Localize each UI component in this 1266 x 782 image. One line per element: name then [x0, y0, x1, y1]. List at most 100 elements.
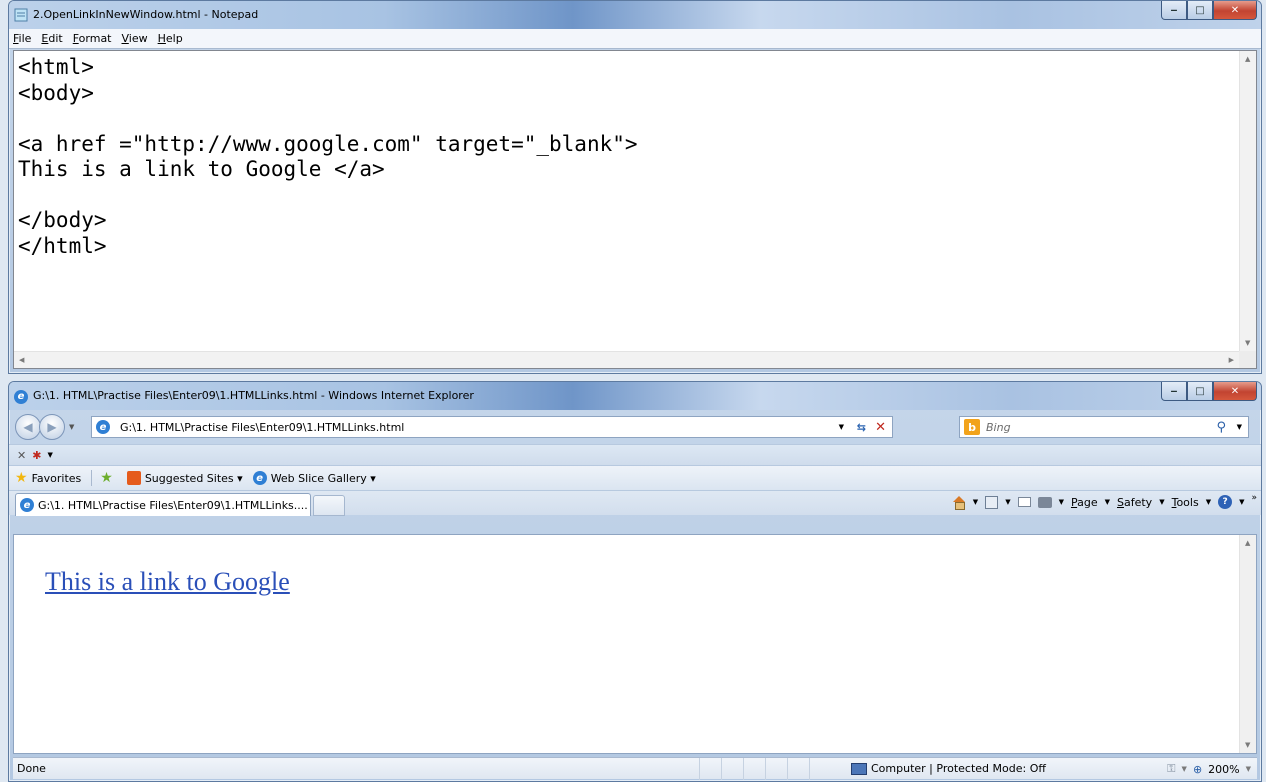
search-placeholder[interactable]: Bing — [986, 421, 1011, 434]
scroll-down-icon[interactable]: ▼ — [1245, 339, 1250, 347]
notepad-menubar: File Edit Format View Help — [9, 29, 1261, 49]
menu-file[interactable]: File — [13, 32, 31, 45]
tools-menu-button[interactable]: Tools — [1172, 496, 1199, 509]
menu-view[interactable]: View — [122, 32, 148, 45]
notepad-caption-buttons: ‒ □ ✕ — [1161, 1, 1257, 20]
read-mail-icon[interactable] — [1017, 497, 1031, 507]
scroll-up-icon[interactable]: ▲ — [1245, 55, 1250, 63]
back-button[interactable]: ◀ — [15, 414, 41, 440]
page-menu-button[interactable]: Page — [1071, 496, 1098, 509]
divider — [91, 470, 93, 486]
feeds-icon[interactable] — [985, 495, 999, 509]
safety-menu-button[interactable]: Safety — [1117, 496, 1152, 509]
favorites-label: Favorites — [31, 471, 82, 485]
security-zone-label: Computer | Protected Mode: Off — [871, 762, 1046, 775]
web-slice-ie-icon: e — [252, 471, 267, 485]
search-box[interactable]: b Bing ⚲ ▼ — [959, 416, 1249, 438]
zoom-icon: ⊕ — [1192, 762, 1203, 776]
favorites-bar: ★ Favorites ★ Suggested Sites ▾ e Web Sl… — [9, 465, 1261, 490]
page-viewport: This is a link to Google ▲ ▼ — [13, 534, 1257, 754]
home-icon[interactable] — [952, 495, 966, 510]
pdf-tool-dropdown-icon[interactable]: ▼ — [47, 451, 52, 459]
address-bar[interactable]: e G:\1. HTML\Practise Files\Enter09\1.HT… — [91, 416, 893, 438]
add-to-favorites-bar-button[interactable]: ★ — [100, 470, 117, 486]
notepad-window: 2.OpenLinkInNewWindow.html - Notepad ‒ □… — [8, 0, 1262, 374]
scroll-down-icon[interactable]: ▼ — [1245, 741, 1250, 749]
refresh-icon[interactable]: ⇆ — [857, 421, 866, 434]
google-link[interactable]: This is a link to Google — [45, 567, 290, 597]
favorites-button[interactable]: ★ Favorites — [15, 470, 81, 486]
web-slice-gallery-button[interactable]: e Web Slice Gallery ▾ — [252, 471, 376, 485]
stop-icon[interactable]: ✕ — [875, 420, 886, 435]
page-vertical-scrollbar[interactable]: ▲ ▼ — [1239, 535, 1256, 753]
maximize-button[interactable]: □ — [1187, 1, 1213, 20]
notepad-icon — [14, 8, 28, 22]
tab-current-page[interactable]: e G:\1. HTML\Practise Files\Enter09\1.HT… — [15, 493, 311, 516]
tab-ie-icon: e — [20, 498, 34, 512]
address-dropdown-icon[interactable]: ▼ — [839, 423, 844, 431]
pdf-tool-icon[interactable]: ✱ — [32, 449, 41, 462]
minimize-button[interactable]: ‒ — [1161, 382, 1187, 401]
protected-mode-icon[interactable]: ⚿ — [1167, 762, 1175, 776]
scroll-right-icon[interactable]: ▶ — [1229, 356, 1234, 364]
notepad-vertical-scrollbar[interactable]: ▲ ▼ — [1239, 51, 1256, 351]
ie-logo-icon: e — [14, 389, 28, 404]
suggested-sites-label: Suggested Sites ▾ — [144, 471, 243, 485]
print-icon[interactable] — [1037, 496, 1052, 508]
suggested-sites-button[interactable]: Suggested Sites ▾ — [126, 471, 243, 485]
tab-title: G:\1. HTML\Practise Files\Enter09\1.HTML… — [38, 498, 308, 512]
safety-menu-dropdown-icon[interactable]: ▼ — [1159, 498, 1164, 506]
toolbar-row: ✕ ✱ ▼ — [9, 444, 1261, 465]
tools-menu-dropdown-icon[interactable]: ▼ — [1206, 498, 1211, 506]
menu-format[interactable]: Format — [73, 32, 112, 45]
protected-mode-dropdown-icon[interactable]: ▼ — [1182, 765, 1187, 773]
close-toolbar-icon[interactable]: ✕ — [17, 449, 26, 462]
recent-pages-dropdown-icon[interactable]: ▼ — [69, 423, 74, 431]
resize-grip[interactable] — [1239, 351, 1256, 368]
maximize-button[interactable]: □ — [1187, 382, 1213, 401]
forward-button[interactable]: ▶ — [39, 414, 65, 440]
notepad-window-title: 2.OpenLinkInNewWindow.html - Notepad — [33, 8, 259, 21]
command-bar: ▼ ▼ ▼ Page ▼ Safety ▼ Tools ▼ ? ▼ » — [952, 493, 1257, 510]
status-cells — [699, 758, 831, 780]
notepad-horizontal-scrollbar[interactable]: ◀ ▶ — [14, 351, 1239, 368]
page-ie-icon: e — [96, 420, 110, 434]
search-options-dropdown-icon[interactable]: ▼ — [1237, 423, 1242, 431]
new-tab-button[interactable] — [313, 495, 345, 516]
security-zone[interactable]: Computer | Protected Mode: Off — [851, 762, 1046, 775]
zoom-dropdown-icon[interactable]: ▼ — [1246, 765, 1251, 773]
favorites-star-icon: ★ — [15, 470, 28, 486]
scroll-left-icon[interactable]: ◀ — [19, 356, 24, 364]
menu-help[interactable]: Help — [158, 32, 183, 45]
feeds-dropdown-icon[interactable]: ▼ — [1005, 498, 1010, 506]
suggested-sites-icon — [126, 471, 141, 485]
status-text: Done — [17, 762, 46, 775]
notepad-text-content[interactable]: <html> <body> <a href ="http://www.googl… — [18, 55, 1236, 348]
notepad-titlebar[interactable]: 2.OpenLinkInNewWindow.html - Notepad ‒ □… — [9, 1, 1261, 29]
menu-edit[interactable]: Edit — [41, 32, 62, 45]
web-slice-gallery-label: Web Slice Gallery ▾ — [270, 471, 376, 485]
computer-icon — [851, 762, 867, 775]
help-icon[interactable]: ? — [1218, 495, 1233, 509]
notepad-edit-area[interactable]: <html> <body> <a href ="http://www.googl… — [13, 50, 1257, 369]
search-icon[interactable]: ⚲ — [1216, 420, 1226, 435]
address-text[interactable]: G:\1. HTML\Practise Files\Enter09\1.HTML… — [120, 421, 404, 434]
address-row: ◀ ▶ ▼ e G:\1. HTML\Practise Files\Enter0… — [9, 410, 1261, 444]
home-dropdown-icon[interactable]: ▼ — [973, 498, 978, 506]
tab-row: e G:\1. HTML\Practise Files\Enter09\1.HT… — [9, 490, 1261, 516]
close-button[interactable]: ✕ — [1213, 382, 1257, 401]
minimize-button[interactable]: ‒ — [1161, 1, 1187, 20]
page-menu-dropdown-icon[interactable]: ▼ — [1105, 498, 1110, 506]
ie-titlebar[interactable]: e G:\1. HTML\Practise Files\Enter09\1.HT… — [9, 382, 1261, 410]
print-dropdown-icon[interactable]: ▼ — [1059, 498, 1064, 506]
close-button[interactable]: ✕ — [1213, 1, 1257, 20]
status-bar: Done Computer | Protected Mode: Off ⚿ ▼ … — [13, 757, 1257, 780]
ie-window: e G:\1. HTML\Practise Files\Enter09\1.HT… — [8, 381, 1262, 782]
zoom-control[interactable]: ⚿ ▼ ⊕ 200% ▼ — [1167, 762, 1251, 776]
bing-icon: b — [964, 419, 980, 435]
ie-window-title: G:\1. HTML\Practise Files\Enter09\1.HTML… — [33, 389, 474, 402]
help-dropdown-icon[interactable]: ▼ — [1239, 498, 1244, 506]
zoom-level: 200% — [1208, 762, 1240, 776]
more-commands-chevron-icon[interactable]: » — [1251, 493, 1257, 503]
scroll-up-icon[interactable]: ▲ — [1245, 539, 1250, 547]
